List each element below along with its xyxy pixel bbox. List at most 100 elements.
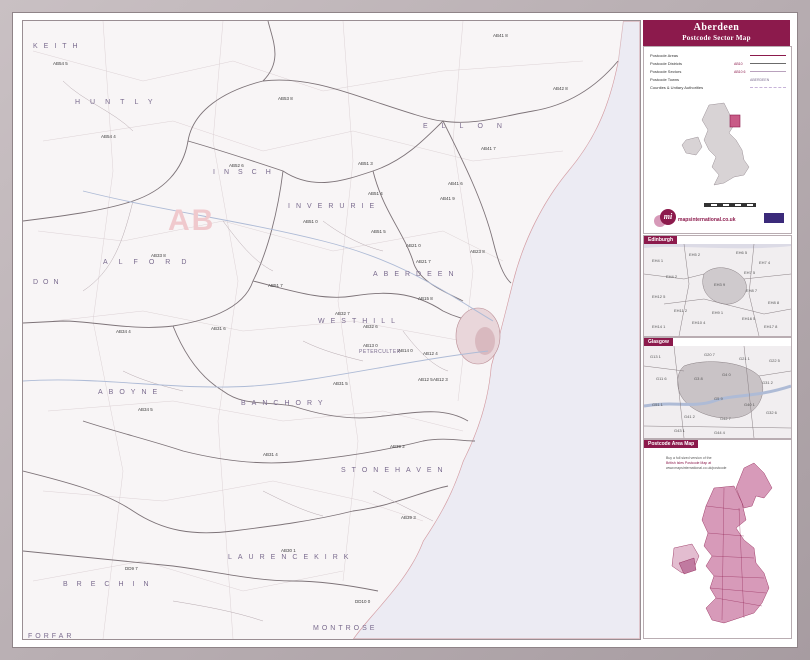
sector-label: AB31 4 [263,452,278,457]
uk-postcode-areas [671,462,773,624]
town-label-inverurie: INVERURIE [288,203,381,210]
legend-label-areas: Postcode Areas [650,53,679,58]
glasgow-inset-tag: Glasgow [644,338,673,346]
inset-label: G40 1 [744,402,755,407]
town-label-keith: KEITH [33,43,84,50]
inset-label: EH11 2 [674,308,688,313]
legend-label-districts: Postcode Districts [650,61,683,66]
town-label-ellon: ELLON [423,123,516,130]
inset-label: G22 5 [769,358,780,363]
inset-label: G20 7 [704,352,715,357]
town-label-aboyne: ABOYNE [98,389,164,396]
sector-label: AB31 6 [211,326,226,331]
edinburgh-inset-map: EH4 1 EH5 2 EH7 4 EH6 5 EH4 2 EH12 5 EH3… [644,243,791,336]
sector-label: AB13 0 [363,343,378,348]
sector-label: AB53 8 [278,96,293,101]
legend-example-sector: AB10 6 [734,70,746,74]
area-watermark-label: AB [168,204,216,237]
inset-label: EH6 5 [736,250,748,255]
legend-swatch-districts [750,63,786,64]
inset-label: EH14 1 [652,324,666,329]
sector-label: AB21 7 [416,259,431,264]
inset-label: EH8 7 [746,288,758,293]
sector-label: AB51 3 [358,161,373,166]
postcode-area-inset[interactable]: Postcode Area Map Buy a full sized versi… [643,439,792,639]
glasgow-inset[interactable]: Glasgow G13 1 G20 7 G21 1 G22 5 G11 6 G3… [643,337,792,439]
sector-label: AB21 0 [406,243,421,248]
inset-label: EH8 8 [768,300,780,305]
sector-label: AB39 2 [390,444,405,449]
town-label-stonehaven: STONEHAVEN [341,467,449,474]
inset-label: G13 1 [650,354,661,359]
town-label-forfar: FORFAR [28,633,75,640]
glasgow-inset-map: G13 1 G20 7 G21 1 G22 5 G11 6 G3 8 G4 0 … [644,345,791,438]
inset-label: G43 1 [674,428,685,433]
sector-label: AB41 8 [493,33,508,38]
inset-label: EH7 4 [759,260,771,265]
sector-label: AB33 8 [151,253,166,258]
inset-label: G3 8 [694,376,703,381]
postcode-area-inset-tag: Postcode Area Map [644,440,699,448]
sector-label: AB15 8 [418,296,433,301]
inset-label: EH17 8 [764,324,778,329]
sector-label: AB34 5 [138,407,153,412]
legend-example-district: AB10 [734,62,743,66]
legend-label-sectors: Postcode Sectors [650,69,682,74]
sector-label: AB34 4 [116,329,131,334]
inset-label: G11 6 [656,376,667,381]
inset-label: EH4 2 [666,274,678,279]
inset-label: G51 1 [652,402,663,407]
inset-label: G32 6 [766,410,777,415]
sector-label: AB54 5 [53,61,68,66]
uk-locator-map [681,102,750,186]
legend-panel: Postcode Areas Postcode Districts AB10 P… [643,46,792,234]
inset-label: G42 7 [720,416,731,421]
sector-label: AB39 3 [401,515,416,520]
town-label-peterculter: PETERCULTER [359,349,401,355]
map-title-box: Aberdeen Postcode Sector Map [643,20,790,46]
sector-label: AB12 3 [433,377,448,382]
town-label-westhill: WESTHILL [318,318,402,325]
inset-label: EH7 5 [744,270,756,275]
inset-label: G41 2 [684,414,695,419]
sector-label: AB31 5 [333,381,348,386]
map-subtitle: Postcode Sector Map [682,34,751,42]
sector-label: AB51 0 [303,219,318,224]
sector-label: AB12 4 [423,351,438,356]
sector-label: AB41 7 [481,146,496,151]
legend-example-town: ABERDEEN [750,78,770,82]
inset-label: EH4 1 [652,258,664,263]
sector-label: AB32 7 [335,311,350,316]
inset-label: EH10 4 [692,320,706,325]
inset-label: G31 2 [762,380,773,385]
inset-label: G4 0 [722,372,731,377]
town-label-huntly: HUNTLY [75,99,163,106]
sector-label: DD9 7 [125,566,138,571]
scale-bar [704,203,756,207]
town-label-aberdeen: ABERDEEN [373,271,460,278]
sector-label: AB12 5 [418,377,433,382]
sector-label: AB41 6 [448,181,463,186]
sector-label: AB42 8 [553,86,568,91]
sector-label: AB51 4 [368,191,383,196]
inset-label: G5 9 [714,396,723,401]
town-label-insch: INSCH [213,169,280,176]
brand-url: mapsinternational.co.uk [678,217,736,223]
partner-logo [764,213,784,223]
town-label-laurencekirk: LAURENCEKIRK [228,554,355,561]
sector-label: AB52 6 [229,163,244,168]
inset-label: EH12 5 [652,294,666,299]
postcode-area-inset-map: Buy a full sized version of the British … [644,448,791,638]
edinburgh-inset-tag: Edinburgh [644,236,677,244]
inset-label: EH16 5 [742,316,756,321]
river-label-don: DON [33,279,64,286]
sector-label: AB30 1 [281,548,296,553]
inset-label: EH9 1 [712,310,724,315]
legend-swatch-areas [750,55,786,56]
town-label-montrose: MONTROSE [313,625,378,632]
edinburgh-inset[interactable]: Edinburgh EH4 1 EH5 2 EH7 4 EH6 5 EH4 2 … [643,235,792,337]
legend-swatch-counties [750,87,786,88]
town-label-banchory: BANCHORY [241,400,329,407]
main-map[interactable]: AB KEITH HUNTLY ELLON INSCH INVERURIE AL… [22,20,641,640]
town-label-brechin: BRECHIN [63,581,158,588]
